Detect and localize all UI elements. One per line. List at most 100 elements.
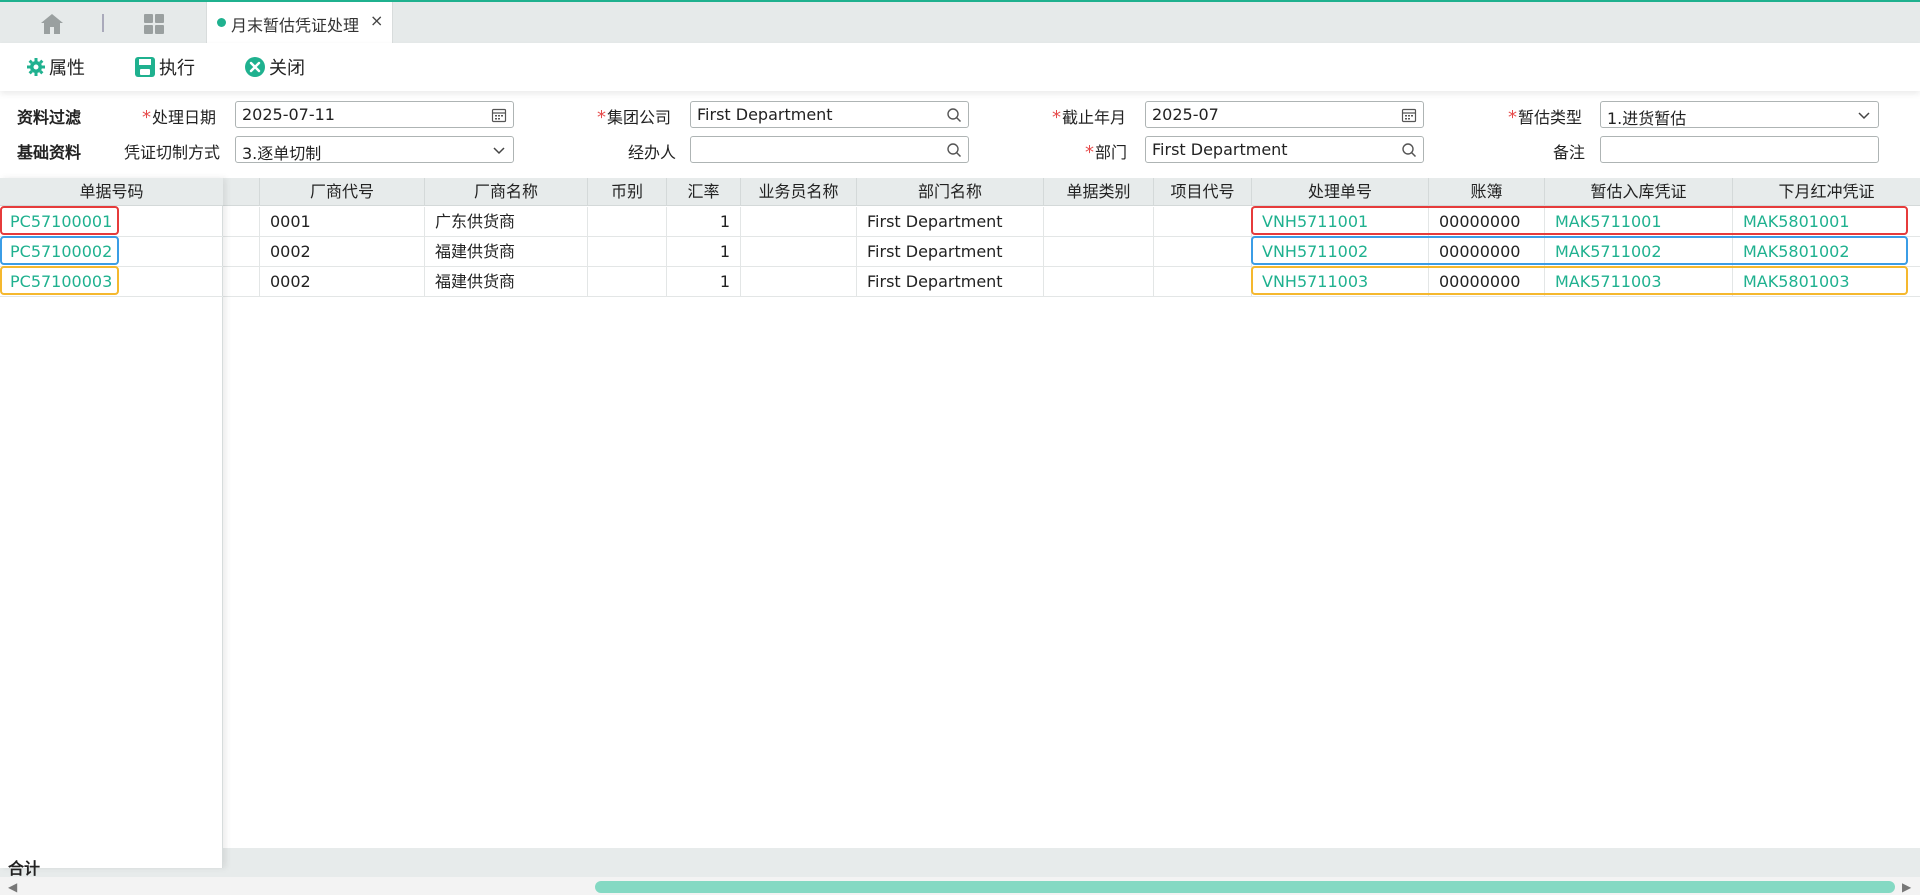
- doc-number-cell[interactable]: PC57100002: [0, 237, 223, 267]
- tab-month-end-voucher[interactable]: 月末暂估凭证处理 ×: [206, 2, 393, 43]
- currency-cell[interactable]: [588, 207, 667, 237]
- header-salesperson[interactable]: 业务员名称: [741, 178, 857, 206]
- vendor-code-cell[interactable]: 0001: [260, 207, 425, 237]
- header-estimate-voucher[interactable]: 暂估入库凭证: [1545, 178, 1733, 206]
- header-project-code[interactable]: 项目代号: [1154, 178, 1252, 206]
- header-reversal-voucher[interactable]: 下月红冲凭证: [1733, 178, 1920, 206]
- estimate-voucher-cell[interactable]: MAK5711002: [1545, 237, 1733, 267]
- vendor-code-cell[interactable]: 0002: [260, 237, 425, 267]
- exchange-rate-cell[interactable]: 1: [667, 267, 741, 297]
- search-icon[interactable]: [1401, 142, 1417, 158]
- project-code-cell[interactable]: [1154, 267, 1252, 297]
- reversal-voucher-cell[interactable]: MAK5801002: [1733, 237, 1920, 267]
- home-icon[interactable]: [38, 12, 66, 36]
- doc-type-cell[interactable]: [1044, 207, 1154, 237]
- tab-bar: 月末暂估凭证处理 ×: [0, 0, 1920, 43]
- estimate-voucher-cell[interactable]: MAK5711003: [1545, 267, 1733, 297]
- estimate-type-select[interactable]: 1.进货暂估: [1600, 101, 1879, 128]
- table-row[interactable]: 0002 福建供货商 1 First Department VNH5711003…: [223, 267, 1920, 297]
- salesperson-cell[interactable]: [741, 267, 857, 297]
- close-button[interactable]: 关闭: [244, 55, 305, 79]
- reversal-voucher-cell[interactable]: MAK5801003: [1733, 267, 1920, 297]
- group-company-field[interactable]: First Department: [690, 101, 969, 128]
- close-circle-icon: [245, 57, 265, 77]
- header-ledger[interactable]: 账簿: [1429, 178, 1545, 206]
- estimate-voucher-cell[interactable]: MAK5711001: [1545, 207, 1733, 237]
- spacer-cell: [223, 237, 260, 267]
- header-doc-number[interactable]: 单据号码: [0, 178, 223, 206]
- dept-name-cell[interactable]: First Department: [857, 237, 1044, 267]
- table-row[interactable]: PC57100003: [0, 267, 223, 297]
- execute-button[interactable]: 执行: [134, 55, 195, 79]
- ledger-cell[interactable]: 00000000: [1429, 237, 1545, 267]
- properties-button[interactable]: 属性: [26, 55, 85, 79]
- table-row[interactable]: 0001 广东供货商 1 First Department VNH5711001…: [223, 207, 1920, 237]
- handler-field[interactable]: [690, 136, 969, 163]
- process-number-cell[interactable]: VNH5711001: [1252, 207, 1429, 237]
- remark-label: 备注: [1553, 143, 1586, 162]
- header-exchange-rate[interactable]: 汇率: [667, 178, 741, 206]
- ledger-cell[interactable]: 00000000: [1429, 207, 1545, 237]
- group-company-label: *集团公司: [597, 107, 672, 128]
- salesperson-cell[interactable]: [741, 237, 857, 267]
- scroll-left-icon[interactable]: ◀: [8, 880, 17, 894]
- tab-close-icon[interactable]: ×: [370, 11, 383, 30]
- search-icon[interactable]: [946, 107, 962, 123]
- header-vendor-code[interactable]: 厂商代号: [260, 178, 425, 206]
- reversal-voucher-cell[interactable]: MAK5801001: [1733, 207, 1920, 237]
- remark-field[interactable]: [1600, 136, 1879, 163]
- project-code-cell[interactable]: [1154, 237, 1252, 267]
- process-date-label: *处理日期: [142, 107, 217, 128]
- doc-type-cell[interactable]: [1044, 267, 1154, 297]
- header-dept-name[interactable]: 部门名称: [857, 178, 1044, 206]
- left-frozen-grid: 单据号码 PC57100001 PC57100002 PC57100003: [0, 178, 223, 868]
- process-number-cell[interactable]: VNH5711002: [1252, 237, 1429, 267]
- header-vendor-name[interactable]: 厂商名称: [425, 178, 588, 206]
- dept-name-cell[interactable]: First Department: [857, 207, 1044, 237]
- exchange-rate-cell[interactable]: 1: [667, 237, 741, 267]
- calendar-icon[interactable]: [491, 107, 507, 123]
- project-code-cell[interactable]: [1154, 207, 1252, 237]
- process-date-field[interactable]: 2025-07-11: [235, 101, 514, 128]
- vendor-code-cell[interactable]: 0002: [260, 267, 425, 297]
- toolbar: 属性 执行 关闭: [0, 43, 1920, 91]
- vendor-name-cell[interactable]: 广东供货商: [425, 207, 588, 237]
- header-doc-type[interactable]: 单据类别: [1044, 178, 1154, 206]
- table-row[interactable]: PC57100001: [0, 207, 223, 237]
- calendar-icon[interactable]: [1401, 107, 1417, 123]
- department-field[interactable]: First Department: [1145, 136, 1424, 163]
- cutoff-month-field[interactable]: 2025-07: [1145, 101, 1424, 128]
- apps-grid-icon[interactable]: [142, 12, 166, 36]
- table-row[interactable]: 0002 福建供货商 1 First Department VNH5711002…: [223, 237, 1920, 267]
- total-label: 合计: [8, 859, 41, 878]
- scroll-right-icon[interactable]: ▶: [1902, 880, 1911, 894]
- search-icon[interactable]: [946, 142, 962, 158]
- vendor-name-cell[interactable]: 福建供货商: [425, 237, 588, 267]
- voucher-mode-label: 凭证切制方式: [124, 143, 221, 162]
- header-currency[interactable]: 币别: [588, 178, 667, 206]
- close-label: 关闭: [269, 58, 305, 79]
- process-date-value: 2025-07-11: [242, 105, 335, 124]
- process-number-cell[interactable]: VNH5711003: [1252, 267, 1429, 297]
- doc-number-cell[interactable]: PC57100001: [0, 207, 223, 237]
- ledger-cell[interactable]: 00000000: [1429, 267, 1545, 297]
- vendor-name-cell[interactable]: 福建供货商: [425, 267, 588, 297]
- voucher-mode-select[interactable]: 3.逐单切制: [235, 136, 514, 163]
- currency-cell[interactable]: [588, 267, 667, 297]
- execute-label: 执行: [159, 58, 195, 79]
- scrollbar-thumb[interactable]: [595, 881, 1895, 893]
- header-process-number[interactable]: 处理单号: [1252, 178, 1429, 206]
- tab-title: 月末暂估凭证处理: [231, 16, 360, 35]
- table-row[interactable]: PC57100002: [0, 237, 223, 267]
- doc-number-cell[interactable]: PC57100003: [0, 267, 223, 297]
- dept-name-cell[interactable]: First Department: [857, 267, 1044, 297]
- gear-icon: [27, 58, 45, 76]
- salesperson-cell[interactable]: [741, 207, 857, 237]
- main-grid: 厂商代号 厂商名称 币别 汇率 业务员名称 部门名称 单据类别 项目代号 处理单…: [223, 178, 1920, 868]
- currency-cell[interactable]: [588, 237, 667, 267]
- chevron-down-icon[interactable]: [491, 142, 507, 158]
- chevron-down-icon[interactable]: [1856, 107, 1872, 123]
- exchange-rate-cell[interactable]: 1: [667, 207, 741, 237]
- doc-type-cell[interactable]: [1044, 237, 1154, 267]
- cutoff-month-value: 2025-07: [1152, 105, 1219, 124]
